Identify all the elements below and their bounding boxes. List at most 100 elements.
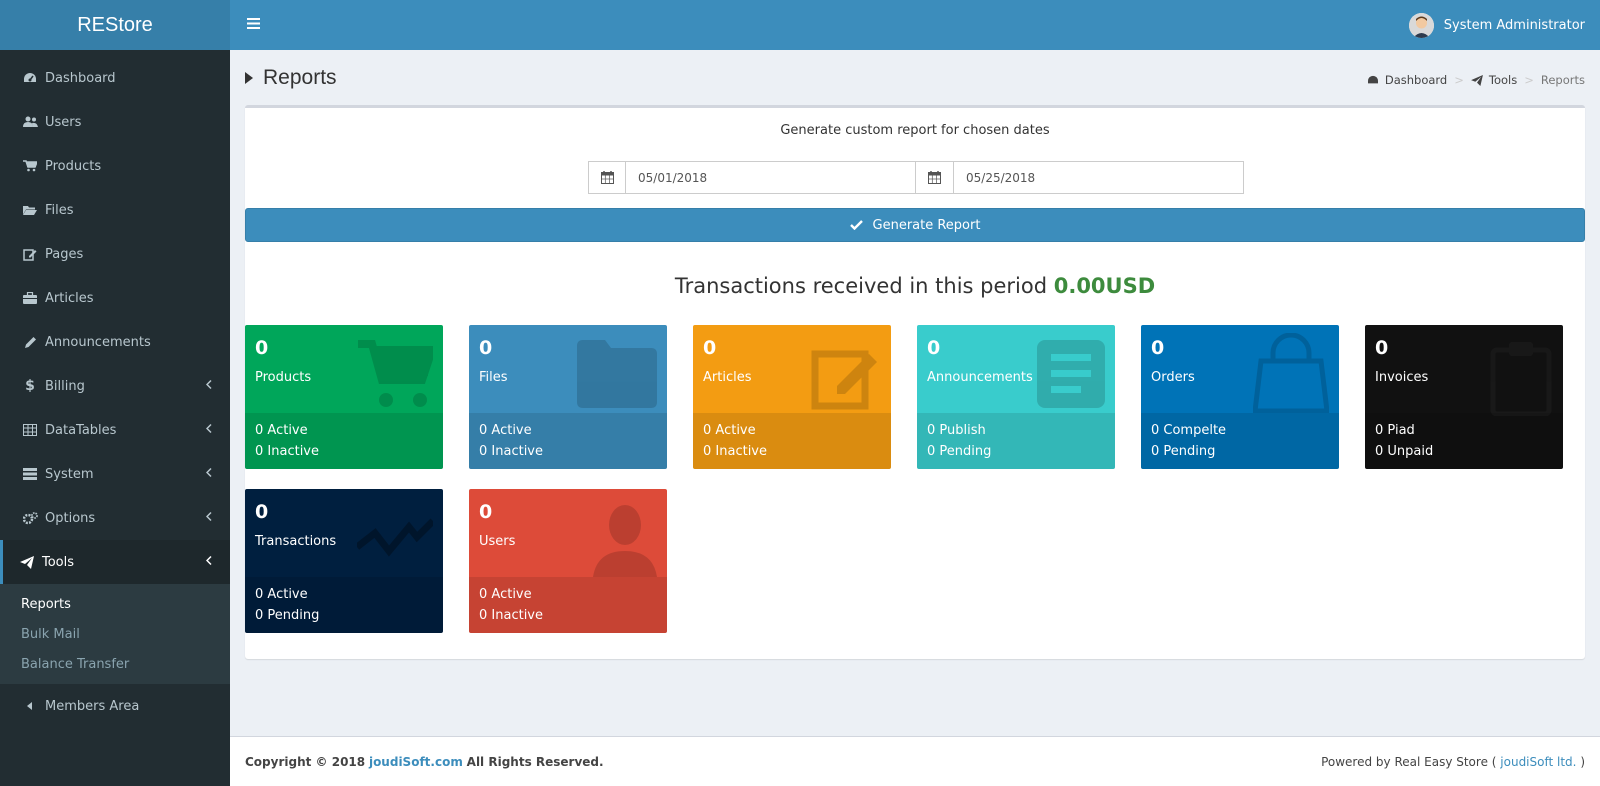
tile-footer: 0 Active 0 Inactive (693, 413, 891, 469)
chevron-left-icon (205, 379, 212, 394)
sidebar-item-billing[interactable]: $ Billing (0, 364, 230, 408)
tile-stat-line: 0 Pending (1151, 444, 1216, 459)
page-title-text: Reports (263, 66, 337, 89)
stat-tile-files: 0 Files 0 Active 0 Inactive (469, 325, 667, 469)
tile-footer: 0 Active 0 Inactive (469, 413, 667, 469)
cart-icon (21, 160, 39, 172)
edit-icon (811, 340, 881, 414)
folder-open-icon (21, 204, 39, 216)
edit-icon (21, 248, 39, 261)
avatar (1408, 12, 1434, 38)
tile-stat-line: 0 Compelte (1151, 423, 1227, 438)
sidebar-item-label: Billing (45, 378, 85, 394)
stat-tile-announcements: 0 Announcements 0 Publish 0 Pending (917, 325, 1115, 469)
briefcase-icon (21, 292, 39, 304)
report-box: Generate custom report for chosen dates … (245, 105, 1585, 659)
submenu-item-reports[interactable]: Reports (0, 589, 230, 619)
generate-report-button[interactable]: Generate Report (245, 208, 1585, 242)
sidebar-item-members-area[interactable]: Members Area (0, 684, 230, 728)
sidebar-item-label: Dashboard (45, 70, 116, 86)
tile-stat-line: 0 Active (255, 587, 308, 602)
user-menu[interactable]: System Administrator (1408, 12, 1600, 38)
tile-stat-line: 0 Pending (255, 608, 320, 623)
copyright-prefix: Copyright © 2018 (245, 754, 366, 769)
tile-stat-line: 0 Inactive (703, 444, 767, 459)
shopping-bag-icon (1252, 332, 1330, 417)
sidebar-item-system[interactable]: System (0, 452, 230, 496)
calendar-icon (916, 161, 954, 194)
cogs-icon (21, 511, 39, 525)
sidebar-item-dashboard[interactable]: Dashboard (0, 56, 230, 100)
caret-right-icon (245, 72, 253, 84)
start-date-input[interactable] (626, 161, 916, 194)
sidebar-item-pages[interactable]: Pages (0, 232, 230, 276)
user-icon (593, 503, 657, 581)
sidebar-item-options[interactable]: Options (0, 496, 230, 540)
company-link[interactable]: joudiSoft.com (369, 755, 463, 769)
check-icon (849, 220, 863, 230)
line-chart-icon (354, 517, 436, 561)
copyright-rights: All Rights Reserved. (466, 754, 604, 769)
powered-prefix: Powered by Real Easy Store ( (1321, 754, 1497, 769)
tile-footer: 0 Active 0 Pending (245, 577, 443, 633)
sidebar-toggle-button[interactable] (233, 0, 273, 50)
tile-footer: 0 Piad 0 Unpaid (1365, 413, 1563, 469)
dashboard-icon (21, 72, 39, 84)
sidebar-item-label: Files (45, 202, 74, 218)
calendar-icon (588, 161, 626, 194)
tile-stat-line: 0 Piad (1375, 423, 1415, 438)
sidebar-item-announcements[interactable]: Announcements (0, 320, 230, 364)
submenu-item-bulk-mail[interactable]: Bulk Mail (0, 619, 230, 649)
app-logo[interactable]: REStore (0, 0, 230, 50)
server-icon (21, 468, 39, 480)
folder-icon (577, 340, 657, 412)
powered-link[interactable]: joudiSoft ltd. (1500, 755, 1576, 769)
stat-tile-orders: 0 Orders 0 Compelte 0 Pending (1141, 325, 1339, 469)
table-icon (21, 424, 39, 436)
tools-submenu: Reports Bulk Mail Balance Transfer (0, 584, 230, 684)
paper-plane-icon (18, 555, 36, 569)
end-date-group (916, 161, 1244, 194)
sidebar-item-files[interactable]: Files (0, 188, 230, 232)
sidebar-item-datatables[interactable]: DataTables (0, 408, 230, 452)
tile-stat-line: 0 Unpaid (1375, 444, 1434, 459)
start-date-group (588, 161, 916, 194)
chevron-left-icon (205, 467, 212, 482)
sidebar-item-label: Announcements (45, 334, 151, 350)
pencil-icon (21, 336, 39, 349)
sidebar-item-label: Products (45, 158, 102, 174)
stat-tile-products: 0 Products 0 Active 0 Inactive (245, 325, 443, 469)
sidebar-item-label: System (45, 466, 94, 482)
sidebar-item-products[interactable]: Products (0, 144, 230, 188)
clipboard-icon (1489, 340, 1553, 420)
tile-footer: 0 Active 0 Inactive (469, 577, 667, 633)
dashboard-icon (1367, 75, 1379, 85)
sidebar-item-users[interactable]: Users (0, 100, 230, 144)
breadcrumb: Dashboard > Tools > Reports (1367, 73, 1585, 87)
user-name: System Administrator (1443, 17, 1585, 33)
tile-footer: 0 Active 0 Inactive (245, 413, 443, 469)
sidebar-item-label: DataTables (45, 422, 117, 438)
tile-footer: 0 Compelte 0 Pending (1141, 413, 1339, 469)
list-alt-icon (1037, 340, 1105, 412)
sidebar-item-label: Options (45, 510, 96, 526)
submenu-item-balance-transfer[interactable]: Balance Transfer (0, 649, 230, 679)
tile-stat-line: 0 Inactive (479, 444, 543, 459)
tile-stat-line: 0 Publish (927, 423, 986, 438)
end-date-input[interactable] (954, 161, 1244, 194)
stat-tile-articles: 0 Articles 0 Active 0 Inactive (693, 325, 891, 469)
tile-stat-line: 0 Inactive (479, 608, 543, 623)
breadcrumb-reports: Reports (1540, 73, 1585, 87)
sidebar-item-tools[interactable]: Tools (0, 540, 230, 584)
tile-stat-line: 0 Pending (927, 444, 992, 459)
tile-stat-line: 0 Active (703, 423, 756, 438)
breadcrumb-separator: > (1524, 73, 1534, 87)
sidebar-item-label: Users (45, 114, 82, 130)
breadcrumb-tools[interactable]: Tools (1489, 73, 1517, 87)
dollar-icon: $ (25, 378, 35, 394)
copyright: Copyright © 2018 joudiSoft.com All Right… (245, 755, 604, 769)
breadcrumb-dashboard[interactable]: Dashboard (1385, 73, 1447, 87)
sidebar-item-articles[interactable]: Articles (0, 276, 230, 320)
paper-plane-icon (1470, 74, 1483, 86)
page-footer: Copyright © 2018 joudiSoft.com All Right… (230, 736, 1600, 786)
